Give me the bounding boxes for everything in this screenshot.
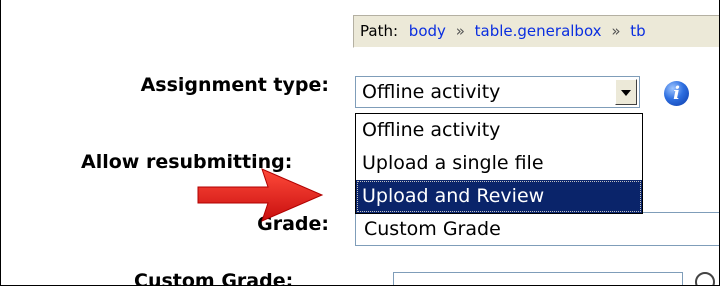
assignment-type-select[interactable]: Offline activity [355, 76, 640, 108]
path-separator: » [455, 22, 465, 40]
dropdown-option-upload-single-file[interactable]: Upload a single file [356, 147, 642, 180]
path-segment-tbody[interactable]: tb [630, 22, 645, 40]
help-icon[interactable] [695, 272, 715, 285]
grade-value: Custom Grade [364, 218, 501, 240]
screenshot-frame: Path: body » table.generalbox » tb Assig… [0, 0, 720, 286]
dropdown-option-upload-and-review[interactable]: Upload and Review [356, 180, 642, 213]
path-bar: Path: body » table.generalbox » tb [353, 15, 719, 48]
grade-select[interactable]: Custom Grade [355, 212, 719, 246]
path-segment-table[interactable]: table.generalbox [475, 22, 602, 40]
path-separator: » [611, 22, 621, 40]
info-icon[interactable]: i [664, 81, 689, 106]
assignment-type-dropdown[interactable]: Offline activity Upload a single file Up… [355, 113, 643, 214]
red-arrow-icon [197, 168, 324, 222]
path-label: Path: [360, 22, 399, 40]
assignment-type-label: Assignment type: [140, 74, 329, 96]
path-segment-body[interactable]: body [409, 22, 446, 40]
custom-grade-field[interactable] [393, 272, 683, 285]
chevron-down-icon[interactable] [615, 79, 637, 105]
dropdown-option-offline-activity[interactable]: Offline activity [356, 114, 642, 147]
assignment-type-value: Offline activity [362, 81, 501, 103]
custom-grade-label: Custom Grade: [134, 270, 294, 286]
